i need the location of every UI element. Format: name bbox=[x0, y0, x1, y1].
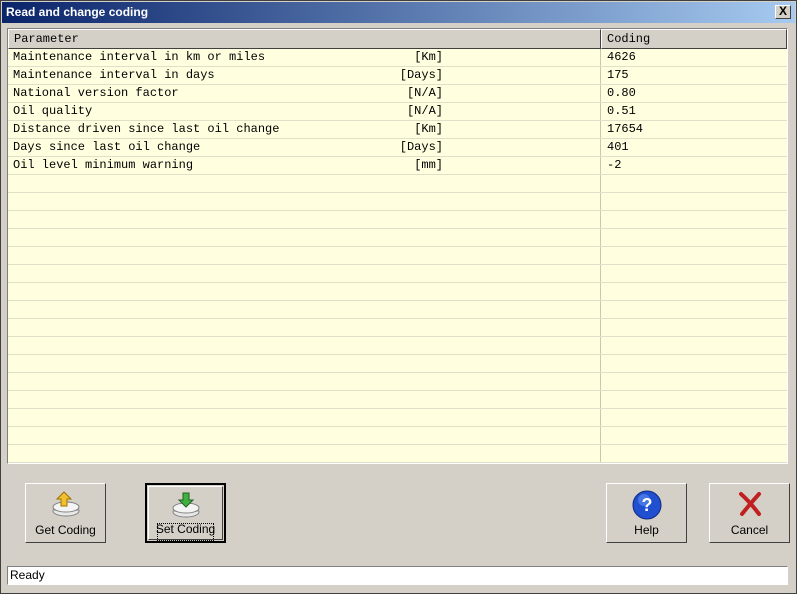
get-coding-label: Get Coding bbox=[35, 523, 96, 537]
svg-text:?: ? bbox=[641, 495, 652, 515]
table-row[interactable]: Maintenance interval in km or miles [Km] 4… bbox=[8, 49, 787, 67]
table-row[interactable]: National version factor [N/A] 0.80 bbox=[8, 85, 787, 103]
title-bar[interactable]: Read and change coding X bbox=[2, 2, 795, 23]
drive-arrow-up-icon bbox=[51, 490, 81, 521]
column-header-coding[interactable]: Coding bbox=[601, 29, 787, 49]
empty-row bbox=[8, 265, 787, 283]
empty-row bbox=[8, 211, 787, 229]
unit-cell: [Km] bbox=[414, 122, 443, 136]
table-row[interactable]: Oil quality [N/A] 0.51 bbox=[8, 103, 787, 121]
coding-cell[interactable]: 4626 bbox=[607, 49, 636, 66]
cancel-x-icon bbox=[736, 490, 764, 521]
unit-cell: [Km] bbox=[414, 50, 443, 64]
coding-cell[interactable]: -2 bbox=[607, 157, 621, 174]
empty-row bbox=[8, 337, 787, 355]
coding-grid: Parameter Coding Maintenance interval in… bbox=[7, 28, 788, 464]
unit-cell: [Days] bbox=[399, 140, 443, 154]
empty-row bbox=[8, 445, 787, 463]
cancel-label: Cancel bbox=[730, 523, 769, 537]
unit-cell: [mm] bbox=[414, 158, 443, 172]
table-row[interactable]: Days since last oil change [Days] 401 bbox=[8, 139, 787, 157]
empty-row bbox=[8, 247, 787, 265]
empty-row bbox=[8, 409, 787, 427]
unit-cell: [Days] bbox=[399, 68, 443, 82]
column-header-parameter[interactable]: Parameter bbox=[8, 29, 601, 49]
empty-row bbox=[8, 373, 787, 391]
set-coding-label: Set Coding bbox=[155, 522, 216, 536]
table-row[interactable]: Distance driven since last oil change [Km… bbox=[8, 121, 787, 139]
empty-row bbox=[8, 229, 787, 247]
grid-header: Parameter Coding bbox=[8, 29, 787, 49]
coding-cell[interactable]: 0.51 bbox=[607, 103, 636, 120]
window-title: Read and change coding bbox=[6, 5, 149, 19]
coding-cell[interactable]: 175 bbox=[607, 67, 629, 84]
help-button[interactable]: ? Help bbox=[606, 483, 687, 543]
grid-rows: Maintenance interval in km or miles [Km] 4… bbox=[8, 49, 787, 463]
cancel-button[interactable]: Cancel bbox=[709, 483, 790, 543]
empty-row bbox=[8, 283, 787, 301]
help-icon: ? bbox=[632, 490, 662, 523]
empty-row bbox=[8, 355, 787, 373]
empty-row bbox=[8, 301, 787, 319]
set-coding-button[interactable]: Set Coding bbox=[145, 483, 226, 543]
status-bar: Ready bbox=[7, 566, 788, 585]
get-coding-button[interactable]: Get Coding bbox=[25, 483, 106, 543]
empty-row bbox=[8, 175, 787, 193]
empty-row bbox=[8, 391, 787, 409]
coding-cell[interactable]: 17654 bbox=[607, 121, 643, 138]
close-button[interactable]: X bbox=[775, 5, 791, 19]
coding-cell[interactable]: 401 bbox=[607, 139, 629, 156]
unit-cell: [N/A] bbox=[406, 104, 443, 118]
drive-arrow-down-icon bbox=[171, 491, 201, 522]
unit-cell: [N/A] bbox=[406, 86, 443, 100]
coding-cell[interactable]: 0.80 bbox=[607, 85, 636, 102]
empty-row bbox=[8, 319, 787, 337]
coding-dialog: Read and change coding X Parameter Codin… bbox=[0, 0, 797, 594]
table-row[interactable]: Oil level minimum warning [mm] -2 bbox=[8, 157, 787, 175]
empty-row bbox=[8, 193, 787, 211]
help-label: Help bbox=[634, 523, 659, 537]
empty-row bbox=[8, 427, 787, 445]
table-row[interactable]: Maintenance interval in days [Days] 175 bbox=[8, 67, 787, 85]
